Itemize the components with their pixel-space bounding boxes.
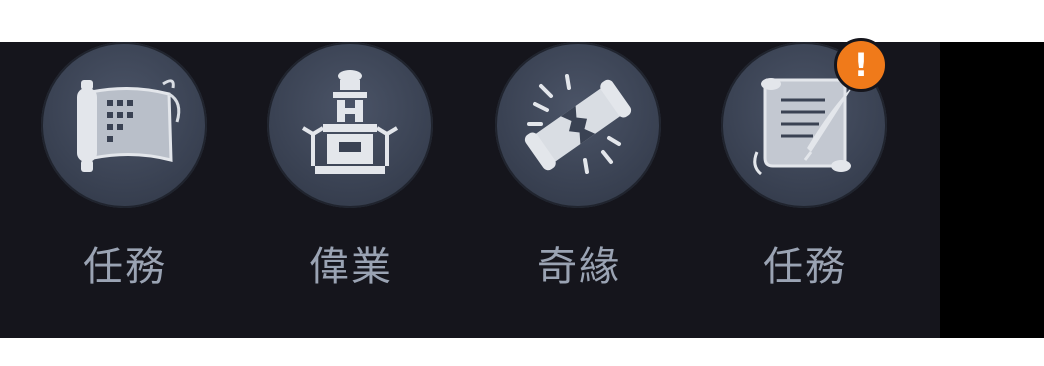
scroll-icon: [77, 79, 181, 172]
notification-badge: !: [834, 38, 888, 92]
menu-item-circle: [267, 42, 433, 208]
menu-item-label: 偉業: [309, 244, 393, 290]
menu-item-circle: [495, 42, 661, 208]
menu-item-label: 任務: [83, 244, 167, 290]
menu-item-label: 任務: [763, 244, 847, 290]
menu-item-label: 奇緣: [537, 244, 621, 290]
black-side-panel: [940, 42, 1044, 338]
menu-item-quests[interactable]: 任務: [40, 42, 210, 302]
menu-item-quests-new[interactable]: ! 任務: [720, 38, 890, 302]
menu-item-achievements[interactable]: 偉業: [266, 42, 436, 302]
burst-scroll-icon: [524, 74, 632, 174]
menu-item-encounters[interactable]: 奇緣: [494, 42, 664, 302]
menu-item-circle: [41, 42, 207, 208]
monument-icon: [301, 70, 399, 174]
